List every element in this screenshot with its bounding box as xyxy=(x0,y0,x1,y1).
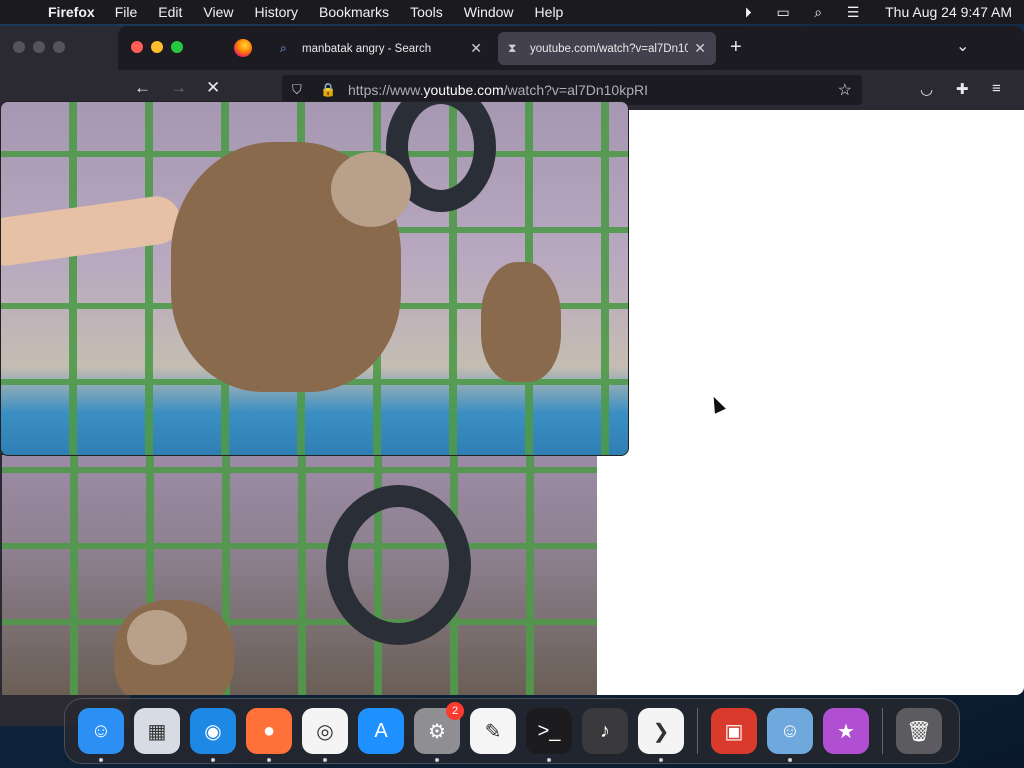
game-icon: ★ xyxy=(837,720,855,743)
dock-item-app-store[interactable]: A xyxy=(358,708,404,754)
chrome-icon: ◎ xyxy=(316,720,334,743)
dock-item-textedit[interactable]: ✎ xyxy=(470,708,516,754)
url-path: /watch?v=al7Dn10kpRI xyxy=(503,82,649,98)
dock-item-safari[interactable]: ◉ xyxy=(190,708,236,762)
url-host: youtube.com xyxy=(423,82,504,98)
screen-mirror-icon[interactable]: ▭ xyxy=(774,4,792,21)
spotlight-search-icon[interactable]: ⌕ xyxy=(809,4,827,21)
tracking-protection-icon[interactable]: ⛉ xyxy=(292,82,308,98)
url-text[interactable]: https://www.youtube.com/watch?v=al7Dn10k… xyxy=(348,82,648,98)
menu-file[interactable]: File xyxy=(115,4,138,20)
hourglass-icon: ⧗ xyxy=(508,41,517,55)
tab-search[interactable]: ⌕ manbatak angry - Search ✕ xyxy=(270,32,492,65)
menu-history[interactable]: History xyxy=(254,4,298,20)
list-all-tabs-icon[interactable]: ⌄ xyxy=(956,36,969,56)
status-area: ⏵ ▭ ⌕ ☰ Thu Aug 24 9:47 AM xyxy=(739,4,1012,21)
dock-item-finder[interactable]: ☺ xyxy=(78,708,124,762)
firefox-view-icon[interactable] xyxy=(234,39,252,57)
dock-item-game[interactable]: ★ xyxy=(823,708,869,754)
terminal-icon: >_ xyxy=(537,719,561,742)
dock-item-settings[interactable]: ⚙ 2 xyxy=(414,702,464,762)
window-close-inactive-icon[interactable] xyxy=(13,41,25,53)
photo-booth-icon: ▣ xyxy=(724,720,744,743)
dock-item-photo-booth[interactable]: ▣ xyxy=(711,708,757,754)
bookmark-star-icon[interactable]: ☆ xyxy=(838,80,852,100)
lock-icon[interactable]: 🔒 xyxy=(320,82,336,98)
dock-item-trash[interactable]: 🗑 xyxy=(896,708,942,754)
dock-item-garageband[interactable]: ♪ xyxy=(582,708,628,754)
menu-bar: Firefox File Edit View History Bookmarks… xyxy=(0,0,1024,24)
launchpad-icon: ▦ xyxy=(147,720,167,743)
window-zoom-icon[interactable] xyxy=(171,41,183,53)
new-tab-button[interactable]: + xyxy=(730,36,742,59)
dock-item-launchpad[interactable]: ▦ xyxy=(134,708,180,754)
pip-frame-baby-monkey xyxy=(481,262,561,382)
menu-clock[interactable]: Thu Aug 24 9:47 AM xyxy=(885,4,1012,20)
app-store-icon: A xyxy=(374,719,388,742)
play-status-icon[interactable]: ⏵ xyxy=(739,4,757,21)
garageband-icon: ♪ xyxy=(600,719,610,742)
menu-tools[interactable]: Tools xyxy=(410,4,443,20)
running-indicator xyxy=(788,758,792,762)
notification-badge: 2 xyxy=(446,702,464,720)
window-minimize-inactive-icon[interactable] xyxy=(33,41,45,53)
trash-icon: 🗑 xyxy=(906,720,932,743)
firefox-icon: ● xyxy=(262,719,276,742)
vscode-icon: ❯ xyxy=(652,720,670,743)
running-indicator xyxy=(267,758,271,762)
menu-help[interactable]: Help xyxy=(535,4,564,20)
close-tab-icon[interactable]: ✕ xyxy=(694,40,706,57)
pocket-icon[interactable]: ◡ xyxy=(920,80,933,98)
settings-icon: ⚙ xyxy=(428,720,446,743)
tab-youtube[interactable]: ⧗ youtube.com/watch?v=al7Dn10kpRI ✕ xyxy=(498,32,716,65)
menu-view[interactable]: View xyxy=(203,4,233,20)
video-frame-monkey-face xyxy=(127,610,187,665)
running-indicator xyxy=(547,758,551,762)
url-prefix: https://www. xyxy=(348,82,424,98)
dock-item-chrome[interactable]: ◎ xyxy=(302,708,348,762)
search-icon: ⌕ xyxy=(280,41,287,55)
picture-in-picture-video[interactable] xyxy=(0,101,629,456)
textedit-icon: ✎ xyxy=(484,720,502,743)
pip-frame-monkey-face xyxy=(331,152,411,227)
dock-item-vscode[interactable]: ❯ xyxy=(638,708,684,762)
dock: ☺ ▦ ◉ ● ◎ A ⚙ 2 ✎ >_ ♪ ❯ ▣ ☺ ★ 🗑 xyxy=(64,698,960,764)
control-center-icon[interactable]: ☰ xyxy=(844,4,862,21)
finder-icon: ☺ xyxy=(90,719,112,742)
extensions-icon[interactable]: ✚ xyxy=(956,80,969,98)
window-close-icon[interactable] xyxy=(131,41,143,53)
tab-title: manbatak angry - Search xyxy=(302,42,432,55)
menu-window[interactable]: Window xyxy=(464,4,514,20)
menu-edit[interactable]: Edit xyxy=(158,4,182,20)
dock-item-finder-recent[interactable]: ☺ xyxy=(767,708,813,762)
running-indicator xyxy=(659,758,663,762)
running-indicator xyxy=(323,758,327,762)
running-indicator xyxy=(99,758,103,762)
dock-separator xyxy=(882,708,883,754)
close-tab-icon[interactable]: ✕ xyxy=(470,40,482,57)
finder-recent-icon: ☺ xyxy=(779,719,801,742)
forward-button[interactable]: → xyxy=(170,78,187,98)
stop-loading-button[interactable]: ✕ xyxy=(206,78,220,98)
running-indicator xyxy=(435,758,439,762)
app-menu-icon[interactable]: ≡ xyxy=(992,80,1001,97)
video-player[interactable] xyxy=(2,455,597,695)
tab-strip: ⌕ manbatak angry - Search ✕ ⧗ youtube.co… xyxy=(118,26,1024,70)
video-frame-tire xyxy=(326,485,471,645)
menu-app-name[interactable]: Firefox xyxy=(48,4,95,20)
dock-item-firefox[interactable]: ● xyxy=(246,708,292,762)
video-frame-cage xyxy=(2,455,597,695)
tab-title: youtube.com/watch?v=al7Dn10kpRI xyxy=(530,42,689,55)
dock-separator xyxy=(697,708,698,754)
back-button[interactable]: ← xyxy=(134,78,151,98)
safari-icon: ◉ xyxy=(204,720,222,743)
window-minimize-icon[interactable] xyxy=(151,41,163,53)
window-zoom-inactive-icon[interactable] xyxy=(53,41,65,53)
dock-item-terminal[interactable]: >_ xyxy=(526,708,572,762)
menu-bookmarks[interactable]: Bookmarks xyxy=(319,4,389,20)
running-indicator xyxy=(211,758,215,762)
